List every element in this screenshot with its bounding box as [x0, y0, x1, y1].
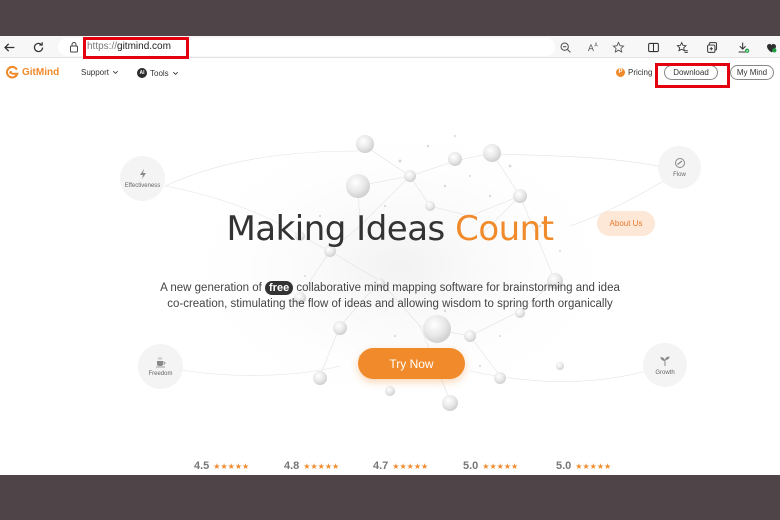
sprout-icon	[660, 356, 670, 366]
rating-item: 4.5 ★★★★★	[194, 460, 249, 472]
nav-pricing-label: Pricing	[628, 68, 653, 77]
my-mind-button[interactable]: My Mind	[730, 65, 774, 80]
nav-pricing[interactable]: P Pricing	[616, 68, 652, 77]
coffee-cup-icon	[155, 357, 165, 368]
flow-icon	[674, 158, 685, 168]
headline-main: Making Ideas	[226, 209, 445, 249]
feature-effectiveness-label: Effectiveness	[124, 183, 161, 189]
gitmind-logo[interactable]: GitMind	[5, 65, 59, 79]
nav-support-label: Support	[81, 68, 110, 77]
hero-headline: Making Ideas Count	[0, 209, 780, 249]
gitmind-logo-icon	[5, 65, 19, 79]
feature-flow-label: Flow	[673, 172, 686, 178]
subtitle-line2: co-creation, stimulating the flow of ide…	[167, 298, 613, 310]
chevron-down-icon	[172, 71, 178, 75]
feature-growth: Growth	[643, 343, 687, 387]
rating-stars: ★★★★★	[575, 461, 612, 471]
rating-stars: ★★★★★	[392, 461, 429, 471]
feature-effectiveness: Effectiveness	[120, 156, 165, 201]
rating-score: 5.0	[556, 460, 572, 472]
network-illustration	[159, 116, 681, 416]
brand-name: GitMind	[22, 66, 60, 78]
chevron-down-icon	[113, 70, 119, 74]
rating-item: 4.7 ★★★★★	[373, 460, 428, 472]
rating-stars: ★★★★★	[482, 461, 519, 471]
rating-item: 5.0 ★★★★★	[463, 460, 518, 472]
rating-item: 5.0 ★★★★★	[556, 460, 611, 472]
feature-freedom-label: Freedom	[148, 371, 173, 377]
nav-tools-label: Tools	[150, 68, 169, 78]
ai-icon: AI	[137, 68, 147, 78]
browser-window: https://gitmind.com AA GitMind Support A…	[0, 36, 780, 475]
nav-tools[interactable]: AI Tools	[137, 68, 179, 78]
subtitle-line1-post: collaborative mind mapping software for …	[296, 282, 620, 294]
url-highlight-box	[83, 37, 189, 59]
subtitle-pre: A new generation of	[160, 282, 262, 294]
feature-growth-label: Growth	[655, 369, 675, 376]
hero-subtitle: A new generation of free collaborative m…	[0, 280, 780, 312]
try-now-button[interactable]: Try Now	[358, 348, 465, 379]
feature-flow: Flow	[658, 146, 701, 189]
rating-score: 5.0	[463, 460, 479, 472]
feature-freedom: Freedom	[138, 344, 183, 389]
headline-accent: Count	[455, 209, 554, 249]
lightning-icon	[139, 169, 146, 179]
download-highlight-box	[655, 63, 730, 88]
nav-support[interactable]: Support	[81, 68, 119, 77]
rating-stars: ★★★★★	[303, 461, 340, 471]
rating-item: 4.8 ★★★★★	[284, 460, 339, 472]
rating-score: 4.8	[284, 460, 300, 472]
pricing-icon: P	[616, 68, 625, 77]
rating-score: 4.7	[373, 460, 389, 472]
rating-stars: ★★★★★	[213, 461, 250, 471]
rating-score: 4.5	[194, 460, 210, 472]
free-badge: free	[265, 281, 294, 295]
